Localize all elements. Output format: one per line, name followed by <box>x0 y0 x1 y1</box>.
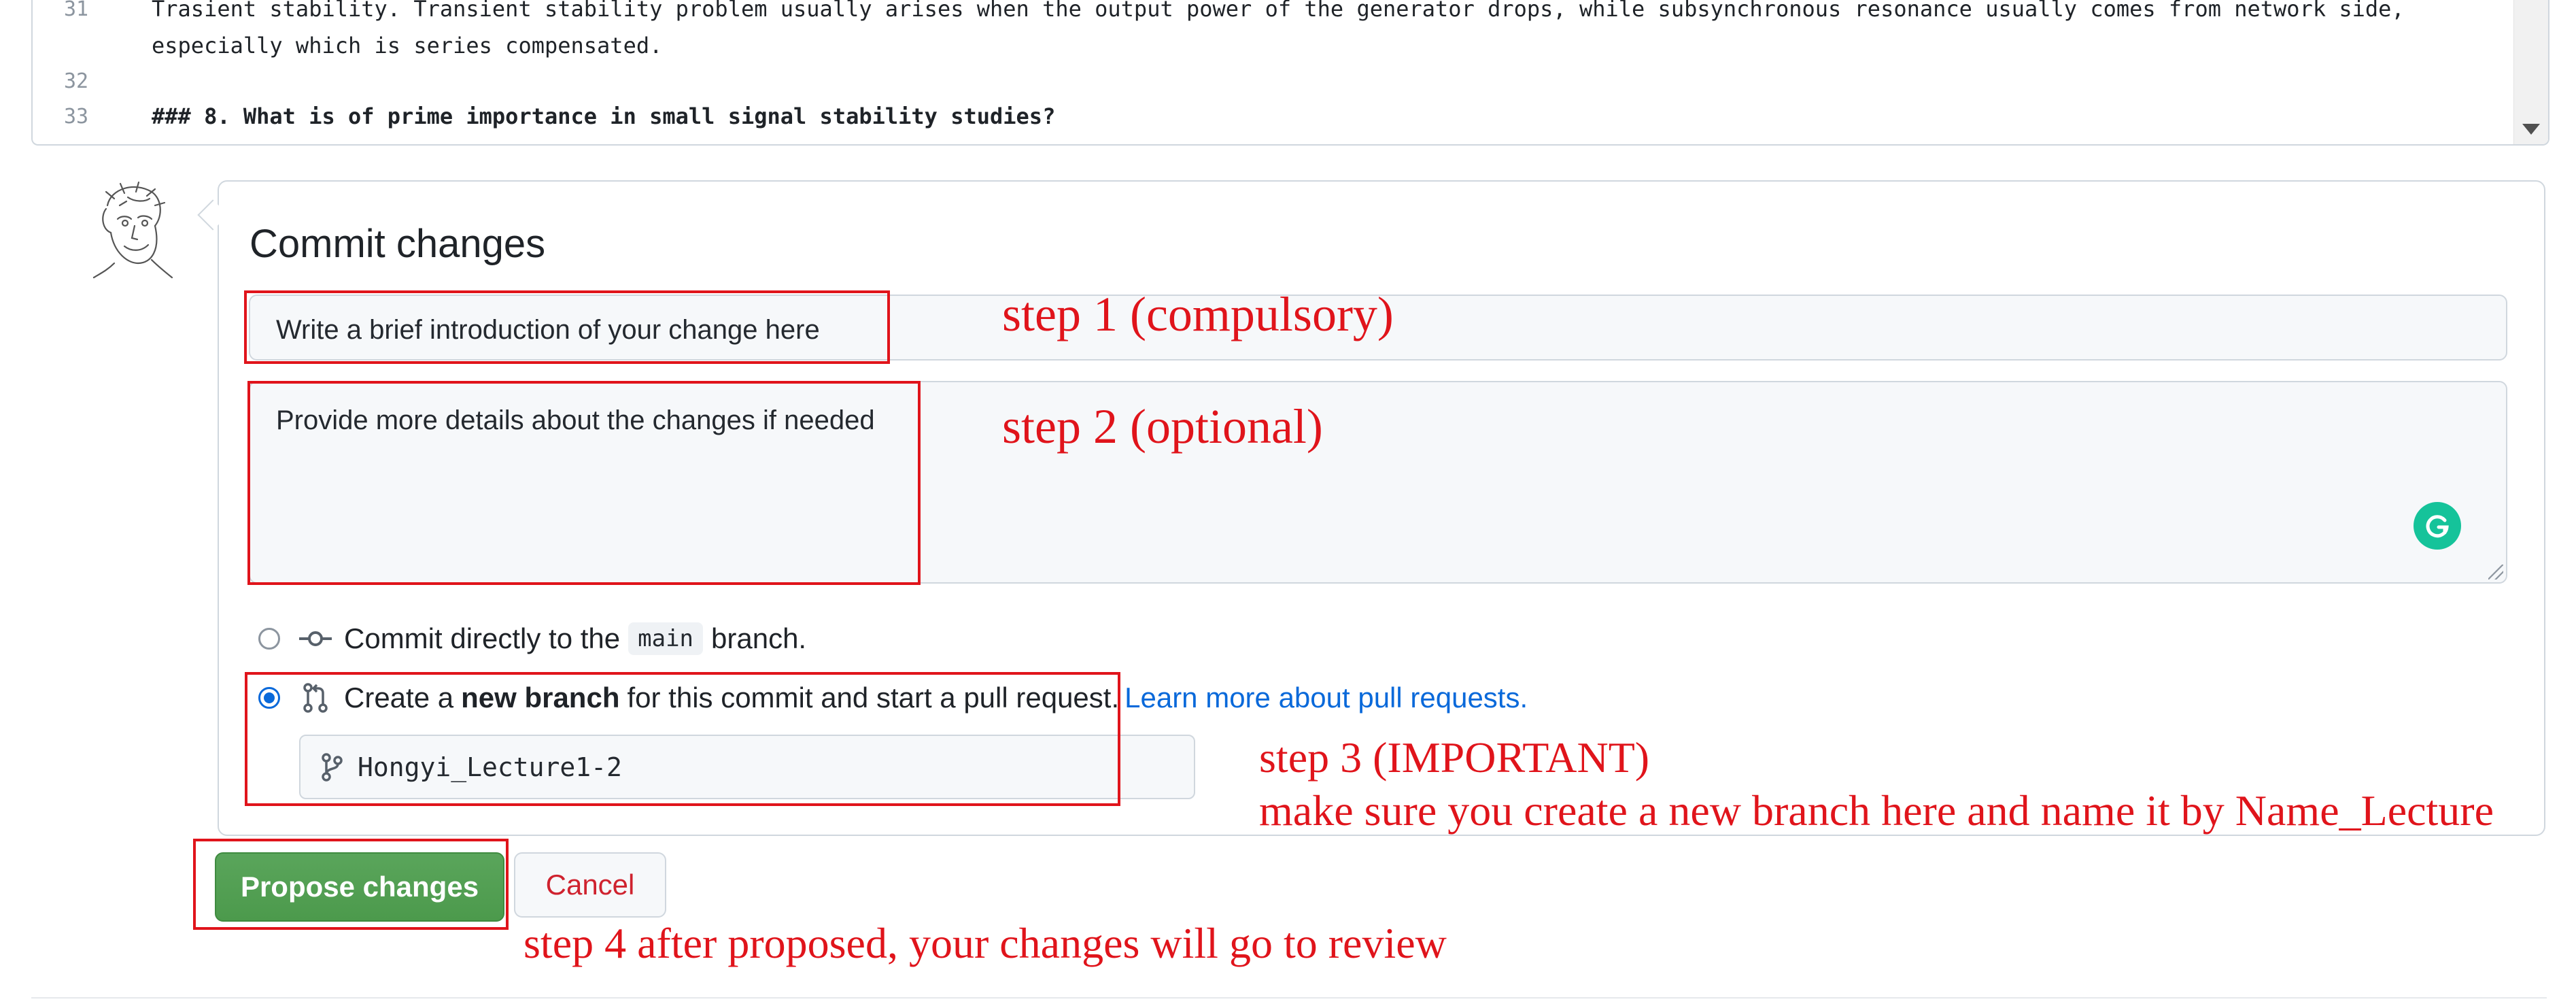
step1-annotation: step 1 (compulsory) <box>1002 287 1394 341</box>
scroll-down-arrow-icon[interactable] <box>2522 124 2540 135</box>
code-editor[interactable]: 31 Trasient stability. Transient stabili… <box>31 0 2549 146</box>
step2-highlight-box <box>247 381 921 585</box>
commit-direct-label: Commit directly to the <box>344 622 621 654</box>
line-text: Trasient stability. Transient stability … <box>152 0 2405 22</box>
step3-highlight-box <box>245 672 1120 806</box>
grammarly-icon[interactable] <box>2414 502 2461 550</box>
git-commit-icon <box>299 625 332 652</box>
line-number: 31 <box>64 0 89 21</box>
commit-direct-option[interactable]: Commit directly to the main branch. <box>258 622 806 655</box>
avatar <box>87 178 174 279</box>
commit-title: Commit changes <box>250 222 546 266</box>
step1-highlight-box <box>244 290 890 364</box>
resize-handle-icon[interactable] <box>2488 565 2503 580</box>
line-number: 33 <box>64 104 89 129</box>
step3-annotation-detail: make sure you create a new branch here a… <box>1259 786 2494 835</box>
line-text: ### 8. What is of prime importance in sm… <box>152 103 1056 129</box>
commit-direct-radio[interactable] <box>258 628 280 650</box>
learn-more-link[interactable]: Learn more about pull requests. <box>1124 682 1528 714</box>
step3-annotation-title: step 3 (IMPORTANT) <box>1259 733 1650 782</box>
commit-direct-suffix: branch. <box>711 622 807 654</box>
line-number: 32 <box>64 69 89 93</box>
editor-scrollbar[interactable] <box>2513 0 2548 144</box>
step4-annotation: step 4 after proposed, your changes will… <box>523 919 1447 967</box>
cancel-button[interactable]: Cancel <box>514 852 666 918</box>
line-text: especially which is series compensated. <box>152 33 663 58</box>
step4-highlight-box <box>193 839 509 930</box>
divider <box>31 997 2547 999</box>
step2-annotation: step 2 (optional) <box>1002 399 1323 454</box>
main-branch-code: main <box>628 622 704 655</box>
